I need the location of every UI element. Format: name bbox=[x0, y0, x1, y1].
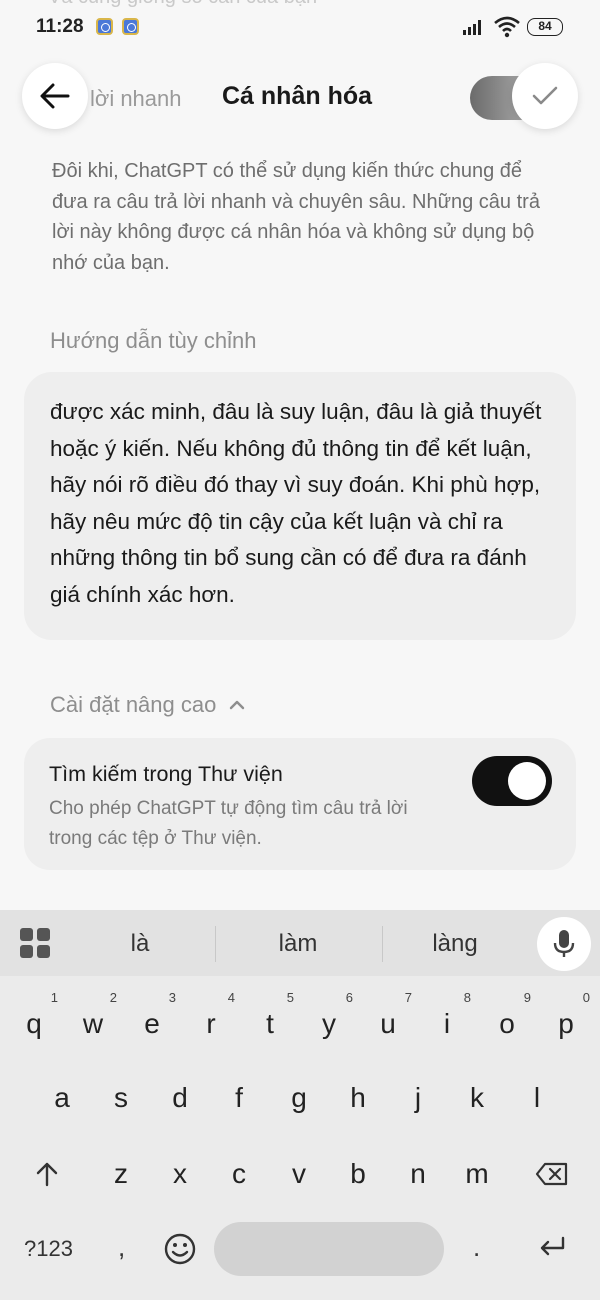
shift-arrow-icon bbox=[36, 1162, 58, 1187]
backspace-icon bbox=[535, 1162, 568, 1186]
comma-key[interactable]: , bbox=[118, 1232, 125, 1263]
key-p[interactable]: p0 bbox=[538, 990, 594, 1056]
key-y[interactable]: y6 bbox=[301, 990, 357, 1056]
enter-icon bbox=[540, 1236, 565, 1256]
key-number-hint: 5 bbox=[286, 990, 294, 1005]
suggestion-item[interactable]: làm bbox=[279, 930, 318, 958]
shift-key[interactable] bbox=[19, 1142, 75, 1206]
backspace-key[interactable] bbox=[524, 1142, 580, 1206]
key-e[interactable]: e3 bbox=[124, 990, 180, 1056]
apps-grid-icon[interactable] bbox=[20, 928, 50, 958]
microphone-icon bbox=[553, 930, 575, 957]
chevron-up-icon bbox=[230, 700, 245, 710]
key-char: o bbox=[499, 1008, 515, 1039]
suggestion-item[interactable]: là bbox=[131, 930, 150, 958]
app-header: lời nhanh Cá nhân hóa bbox=[0, 60, 600, 140]
library-search-title: Tìm kiếm trong Thư viện bbox=[49, 762, 283, 786]
key-a[interactable]: a bbox=[34, 1066, 90, 1130]
suggestion-item[interactable]: làng bbox=[432, 930, 477, 958]
key-char: p bbox=[558, 1008, 574, 1039]
library-search-description: Cho phép ChatGPT tự động tìm câu trả lời… bbox=[49, 798, 408, 849]
key-w[interactable]: w2 bbox=[65, 990, 121, 1056]
custom-instructions-text[interactable]: được xác minh, đâu là suy luận, đâu là g… bbox=[50, 394, 560, 614]
key-char: y bbox=[322, 1008, 336, 1039]
back-button[interactable] bbox=[22, 63, 88, 129]
key-t[interactable]: t5 bbox=[242, 990, 298, 1056]
key-r[interactable]: r4 bbox=[183, 990, 239, 1056]
key-h[interactable]: h bbox=[330, 1066, 386, 1130]
key-v[interactable]: v bbox=[271, 1142, 327, 1206]
key-char: e bbox=[144, 1008, 160, 1039]
key-d[interactable]: d bbox=[152, 1066, 208, 1130]
general-knowledge-description: Đôi khi, ChatGPT có thể sử dụng kiến thứ… bbox=[52, 160, 540, 274]
scrolled-ghost-text: Và cũng giống so cần của bạn bbox=[48, 0, 317, 9]
key-l[interactable]: l bbox=[509, 1066, 565, 1130]
status-time: 11:28 bbox=[36, 16, 84, 37]
check-icon bbox=[532, 86, 558, 105]
period-key[interactable]: . bbox=[473, 1232, 480, 1263]
key-char: q bbox=[26, 1008, 42, 1039]
key-c[interactable]: c bbox=[211, 1142, 267, 1206]
app-notification-icon bbox=[122, 18, 139, 35]
key-z[interactable]: z bbox=[93, 1142, 149, 1206]
key-number-hint: 2 bbox=[109, 990, 117, 1005]
library-search-setting: Tìm kiếm trong Thư viện Cho phép ChatGPT… bbox=[24, 738, 576, 870]
enter-key[interactable] bbox=[538, 1236, 566, 1263]
confirm-button[interactable] bbox=[512, 63, 578, 129]
key-q[interactable]: q1 bbox=[6, 990, 62, 1056]
suggestion-bar: là làm làng bbox=[0, 910, 600, 976]
signal-icon bbox=[463, 20, 481, 35]
key-m[interactable]: m bbox=[449, 1142, 505, 1206]
status-bar: Và cũng giống so cần của bạn 11:28 84 bbox=[0, 0, 600, 56]
key-number-hint: 9 bbox=[523, 990, 531, 1005]
toggle-knob bbox=[508, 762, 546, 800]
voice-input-button[interactable] bbox=[537, 917, 591, 971]
suggestion-divider bbox=[215, 926, 216, 962]
emoji-icon bbox=[164, 1233, 196, 1265]
key-f[interactable]: f bbox=[211, 1066, 267, 1130]
key-s[interactable]: s bbox=[93, 1066, 149, 1130]
key-number-hint: 8 bbox=[463, 990, 471, 1005]
key-u[interactable]: u7 bbox=[360, 990, 416, 1056]
custom-instructions-label: Hướng dẫn tùy chỉnh bbox=[50, 328, 257, 353]
arrow-left-icon bbox=[40, 83, 70, 109]
advanced-settings-toggle[interactable]: Cài đặt nâng cao bbox=[50, 692, 246, 718]
key-number-hint: 6 bbox=[345, 990, 353, 1005]
library-search-toggle[interactable] bbox=[472, 756, 552, 806]
key-b[interactable]: b bbox=[330, 1142, 386, 1206]
key-i[interactable]: i8 bbox=[419, 990, 475, 1056]
partial-heading-text: lời nhanh bbox=[90, 86, 182, 111]
custom-instructions-field[interactable]: được xác minh, đâu là suy luận, đâu là g… bbox=[24, 372, 576, 640]
key-char: i bbox=[443, 1008, 451, 1039]
wifi-icon bbox=[494, 16, 520, 38]
page-title: Cá nhân hóa bbox=[222, 82, 373, 110]
key-n[interactable]: n bbox=[390, 1142, 446, 1206]
suggestion-divider bbox=[382, 926, 383, 962]
app-notification-icon bbox=[96, 18, 113, 35]
key-x[interactable]: x bbox=[152, 1142, 208, 1206]
key-o[interactable]: o9 bbox=[479, 990, 535, 1056]
emoji-key[interactable] bbox=[163, 1232, 197, 1271]
key-number-hint: 1 bbox=[50, 990, 58, 1005]
key-char: r bbox=[206, 1008, 216, 1039]
key-k[interactable]: k bbox=[449, 1066, 505, 1130]
key-number-hint: 3 bbox=[168, 990, 176, 1005]
key-number-hint: 4 bbox=[227, 990, 235, 1005]
key-char: t bbox=[266, 1008, 274, 1039]
key-char: u bbox=[380, 1008, 396, 1039]
key-g[interactable]: g bbox=[271, 1066, 327, 1130]
key-number-hint: 7 bbox=[404, 990, 412, 1005]
key-number-hint: 0 bbox=[582, 990, 590, 1005]
on-screen-keyboard: là làm làng q1 w2 e3 r4 t5 y6 u7 i8 o9 p… bbox=[0, 910, 600, 1300]
symbols-key[interactable]: ?123 bbox=[24, 1236, 73, 1262]
advanced-settings-label: Cài đặt nâng cao bbox=[50, 692, 217, 717]
space-key[interactable] bbox=[214, 1222, 444, 1276]
key-j[interactable]: j bbox=[390, 1066, 446, 1130]
key-char: w bbox=[82, 1008, 104, 1039]
battery-indicator: 84 bbox=[527, 18, 563, 36]
